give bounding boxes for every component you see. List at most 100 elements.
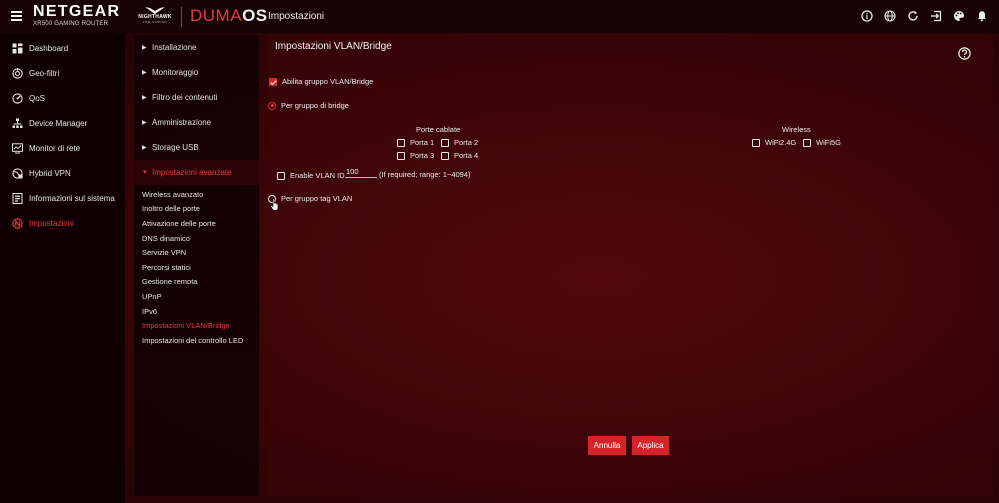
menu-item-filtro-dei-contenuti[interactable]: ▶ Filtro dei contenuti bbox=[134, 85, 259, 110]
palette-icon[interactable] bbox=[952, 9, 966, 23]
enable-vlan-id-row: Enable VLAN ID bbox=[277, 171, 345, 180]
enable-vlan-bridge-label: Abilita gruppo VLAN/Bridge bbox=[282, 77, 374, 86]
bridge-group-radio[interactable] bbox=[268, 101, 276, 110]
qos-icon bbox=[11, 93, 23, 105]
sidebar-item-impostazioni[interactable]: Impostazioni bbox=[0, 211, 125, 236]
settings-icon bbox=[11, 218, 23, 230]
menu-icon[interactable] bbox=[11, 11, 22, 21]
globe-icon[interactable] bbox=[883, 9, 897, 23]
sidebar-item-label: Impostazioni bbox=[29, 219, 74, 228]
sidebar-item-hybrid-vpn[interactable]: Hybrid VPN bbox=[0, 161, 125, 186]
sidebar-item-label: Hybrid VPN bbox=[29, 169, 71, 178]
caret-right-icon: ▶ bbox=[142, 95, 147, 101]
logout-icon[interactable] bbox=[929, 9, 943, 23]
menu-item-installazione[interactable]: ▶ Installazione bbox=[134, 35, 259, 60]
caret-right-icon: ▶ bbox=[142, 145, 147, 151]
port-4-checkbox[interactable] bbox=[441, 151, 449, 160]
nighthawk-subtext: PRO GAMING bbox=[142, 20, 168, 24]
menu-item-impostazioni-avanzate[interactable]: ▼ Impostazioni avanzate bbox=[134, 160, 259, 185]
tag-vlan-group-row: Per gruppo tag VLAN bbox=[268, 194, 352, 203]
menu-item-label: Monitoraggio bbox=[152, 68, 199, 77]
top-bar: NETGEAR XR500 GAMING ROUTER NIGHTHAWK PR… bbox=[0, 0, 999, 33]
cancel-button[interactable]: Annulla bbox=[588, 436, 626, 455]
dumaos-logo-part2: OS bbox=[242, 6, 268, 25]
menu-item-label: Impostazioni avanzate bbox=[152, 168, 232, 177]
submenu-item-wireless-avanzato[interactable]: Wireless avanzato bbox=[134, 187, 259, 202]
panel-title: Impostazioni VLAN/Bridge bbox=[275, 41, 392, 52]
submenu-item-vlan-bridge[interactable]: Impostazioni VLAN/Bridge bbox=[134, 318, 259, 333]
submenu-item-ipv6[interactable]: IPv6 bbox=[134, 304, 259, 319]
sidebar-item-device-manager[interactable]: Device Manager bbox=[0, 111, 125, 136]
wifi-24g-label: WiFi2.4G bbox=[765, 138, 797, 147]
sidebar-item-qos[interactable]: QoS bbox=[0, 86, 125, 111]
apply-button[interactable]: Applica bbox=[632, 436, 669, 455]
bridge-group-label: Per gruppo di bridge bbox=[281, 101, 349, 110]
submenu-item-controllo-led[interactable]: Impostazioni del controllo LED bbox=[134, 333, 259, 348]
sidebar-item-label: Geo-filtri bbox=[29, 69, 60, 78]
caret-right-icon: ▶ bbox=[142, 45, 147, 51]
bridge-group-row: Per gruppo di bridge bbox=[268, 101, 349, 110]
refresh-icon[interactable] bbox=[906, 9, 920, 23]
menu-item-label: Amministrazione bbox=[152, 118, 212, 127]
network-monitor-icon bbox=[11, 143, 23, 155]
enable-vlan-id-label: Enable VLAN ID bbox=[290, 171, 345, 180]
enable-vlan-bridge-row: Abilita gruppo VLAN/Bridge bbox=[269, 77, 373, 86]
port-3-option: Porta 3 bbox=[397, 151, 434, 160]
sidebar-item-label: Dashboard bbox=[29, 44, 69, 53]
vlan-id-hint: (If required; range: 1~4094) bbox=[379, 170, 471, 179]
enable-vlan-id-checkbox[interactable] bbox=[277, 171, 285, 180]
help-icon[interactable] bbox=[958, 47, 971, 60]
port-1-checkbox[interactable] bbox=[397, 138, 405, 147]
menu-item-storage-usb[interactable]: ▶ Storage USB bbox=[134, 135, 259, 160]
vlan-id-input[interactable] bbox=[345, 166, 377, 178]
submenu-item-gestione-remota[interactable]: Gestione remota bbox=[134, 275, 259, 290]
wireless-heading: Wireless bbox=[782, 125, 811, 134]
caret-down-icon: ▼ bbox=[142, 169, 148, 176]
submenu-item-inoltro-delle-porte[interactable]: Inoltro delle porte bbox=[134, 202, 259, 217]
submenu-item-percorsi-statici[interactable]: Percorsi statici bbox=[134, 260, 259, 275]
caret-right-icon: ▶ bbox=[142, 70, 147, 76]
port-2-label: Porta 2 bbox=[454, 138, 479, 147]
nighthawk-logo: NIGHTHAWK PRO GAMING bbox=[134, 6, 176, 28]
menu-item-label: Storage USB bbox=[152, 143, 199, 152]
menu-item-monitoraggio[interactable]: ▶ Monitoraggio bbox=[134, 60, 259, 85]
port-2-option: Porta 2 bbox=[441, 138, 478, 147]
port-4-option: Porta 4 bbox=[441, 151, 478, 160]
dashboard-icon bbox=[11, 43, 23, 55]
sidebar-item-monitor-di-rete[interactable]: Monitor di rete bbox=[0, 136, 125, 161]
sidebar-item-label: Informazioni sul sistema bbox=[29, 194, 115, 203]
wired-ports-heading: Porte cablate bbox=[416, 125, 461, 134]
wifi-5g-label: WiFi5G bbox=[816, 138, 841, 147]
sidebar-item-informazioni-sul-sistema[interactable]: Informazioni sul sistema bbox=[0, 186, 125, 211]
wifi-5g-option: WiFi5G bbox=[803, 138, 841, 147]
info-icon[interactable] bbox=[860, 9, 874, 23]
port-1-option: Porta 1 bbox=[397, 138, 434, 147]
submenu-item-attivazione-delle-porte[interactable]: Attivazione delle porte bbox=[134, 216, 259, 231]
vpn-icon bbox=[11, 168, 23, 180]
port-2-checkbox[interactable] bbox=[441, 138, 449, 147]
brand-subtitle: XR500 GAMING ROUTER bbox=[33, 21, 109, 27]
sidebar: Dashboard Geo-filtri QoS Device Manager … bbox=[0, 33, 125, 503]
wifi-24g-checkbox[interactable] bbox=[752, 138, 760, 147]
menu-item-amministrazione[interactable]: ▶ Amministrazione bbox=[134, 110, 259, 135]
port-3-checkbox[interactable] bbox=[397, 151, 405, 160]
submenu-item-dns-dinamico[interactable]: DNS dinamico bbox=[134, 231, 259, 246]
port-4-label: Porta 4 bbox=[454, 151, 479, 160]
sidebar-item-dashboard[interactable]: Dashboard bbox=[0, 36, 125, 61]
logo-separator bbox=[181, 7, 182, 27]
wifi-24g-option: WiFi2.4G bbox=[752, 138, 796, 147]
enable-vlan-bridge-checkbox[interactable] bbox=[269, 77, 277, 86]
netgear-logo: NETGEAR XR500 GAMING ROUTER bbox=[33, 4, 120, 28]
hand-cursor-icon bbox=[270, 198, 280, 211]
menu-item-label: Installazione bbox=[152, 43, 197, 52]
submenu-item-servizio-vpn[interactable]: Servizio VPN bbox=[134, 245, 259, 260]
sidebar-item-geo-filtri[interactable]: Geo-filtri bbox=[0, 61, 125, 86]
dumaos-logo: DUMAOS bbox=[190, 6, 268, 26]
port-1-label: Porta 1 bbox=[410, 138, 435, 147]
bell-icon[interactable] bbox=[975, 9, 989, 23]
sidebar-item-label: QoS bbox=[29, 94, 46, 103]
wifi-5g-checkbox[interactable] bbox=[803, 138, 811, 147]
system-info-icon bbox=[11, 193, 23, 205]
advanced-submenu: Wireless avanzato Inoltro delle porte At… bbox=[134, 185, 259, 352]
submenu-item-upnp[interactable]: UPnP bbox=[134, 289, 259, 304]
